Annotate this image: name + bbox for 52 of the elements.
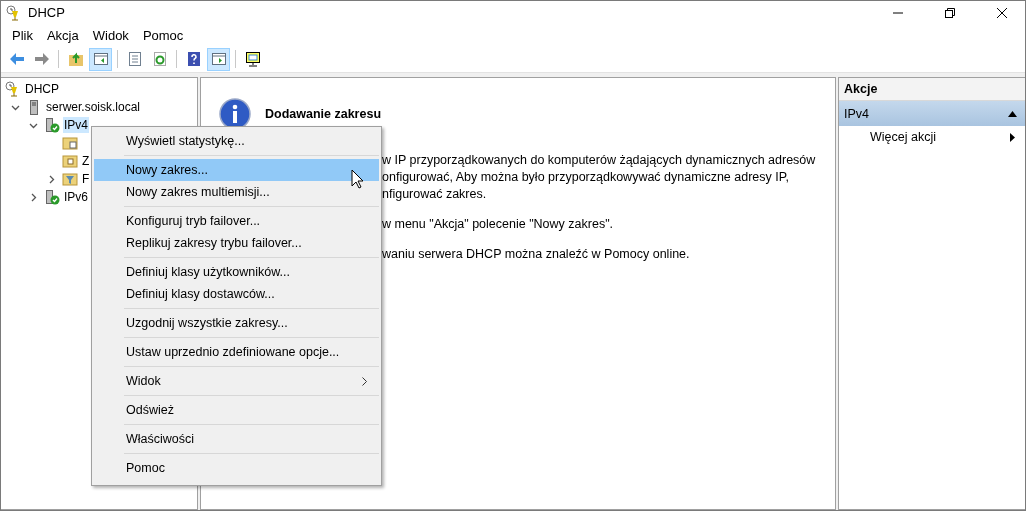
menu-entry[interactable]: Nowy zakres...	[94, 159, 379, 181]
content-title: Dodawanie zakresu	[265, 107, 381, 121]
action-label: Więcej akcji	[870, 130, 936, 144]
menu-entry[interactable]: Uzgodnij wszystkie zakresy...	[94, 312, 379, 334]
folder-icon	[62, 135, 78, 151]
menu-entry[interactable]: Definiuj klasy dostawców...	[94, 283, 379, 305]
description-text: nfigurować zakres.	[382, 186, 488, 202]
menu-entry[interactable]: Odśwież	[94, 399, 379, 421]
server-check-icon	[44, 117, 60, 133]
description-text: waniu serwera DHCP można znaleźć w Pomocy online.	[382, 246, 691, 262]
description-text: w IP przyporządkowanych do komputerów żądających dynamicznych adresów	[382, 152, 817, 168]
window-title: DHCP	[28, 5, 66, 20]
close-icon	[997, 7, 1007, 18]
tree-item[interactable]: IPv6	[63, 189, 89, 205]
folder-icon	[62, 153, 78, 169]
back-arrow-icon	[8, 51, 25, 67]
menu-entry[interactable]: Ustaw uprzednio zdefiniowane opcje...	[94, 341, 379, 363]
tree-item[interactable]: F	[81, 171, 91, 187]
menu-item[interactable]: Plik	[5, 25, 40, 45]
menu-entry[interactable]: Konfiguruj tryb failover...	[94, 210, 379, 232]
help-icon	[185, 51, 202, 67]
actions-section-header[interactable]: IPv4	[839, 101, 1025, 126]
pane-icon	[210, 51, 227, 67]
menu-entry[interactable]: Nowy zakres multiemisji...	[94, 181, 379, 203]
tree-item[interactable]: DHCP	[24, 81, 60, 97]
menu-entry[interactable]: Pomoc	[94, 457, 379, 479]
tree-item[interactable]: serwer.soisk.local	[45, 99, 142, 115]
monitor-icon	[244, 51, 261, 67]
list-icon	[126, 51, 143, 67]
server-check-icon	[44, 189, 60, 205]
menu-item[interactable]: Widok	[85, 25, 136, 45]
folder-filter-icon	[62, 171, 78, 187]
restore-icon	[945, 7, 955, 18]
menu-entry[interactable]: Replikuj zakresy trybu failover...	[94, 232, 379, 254]
folder-up-icon	[67, 51, 84, 67]
menu-item[interactable]: Pomoc	[135, 25, 191, 45]
forward-arrow-icon	[33, 51, 50, 67]
description-text: onfigurować, Aby można było przyporządkowywać dynamiczne adresy IP,	[382, 169, 790, 185]
tree-item[interactable]: IPv4	[63, 117, 89, 133]
pane-icon	[92, 51, 109, 67]
tree-item[interactable]: Z	[81, 153, 91, 169]
menu-item[interactable]: Akcja	[39, 25, 86, 45]
description-text: w menu "Akcja" polecenie "Nowy zakres".	[382, 216, 615, 232]
section-title: IPv4	[844, 106, 869, 121]
menu-entry[interactable]: Wyświetl statystykę...	[94, 130, 379, 152]
action-item[interactable]: Więcej akcji	[839, 126, 1025, 148]
mouse-pointer-icon	[351, 169, 364, 189]
refresh-icon	[151, 51, 168, 67]
actions-header: Akcje	[839, 78, 1025, 101]
menu-entry[interactable]: Widok	[94, 370, 379, 392]
menu-entry[interactable]: Właściwości	[94, 428, 379, 450]
menu-entry[interactable]: Definiuj klasy użytkowników...	[94, 261, 379, 283]
